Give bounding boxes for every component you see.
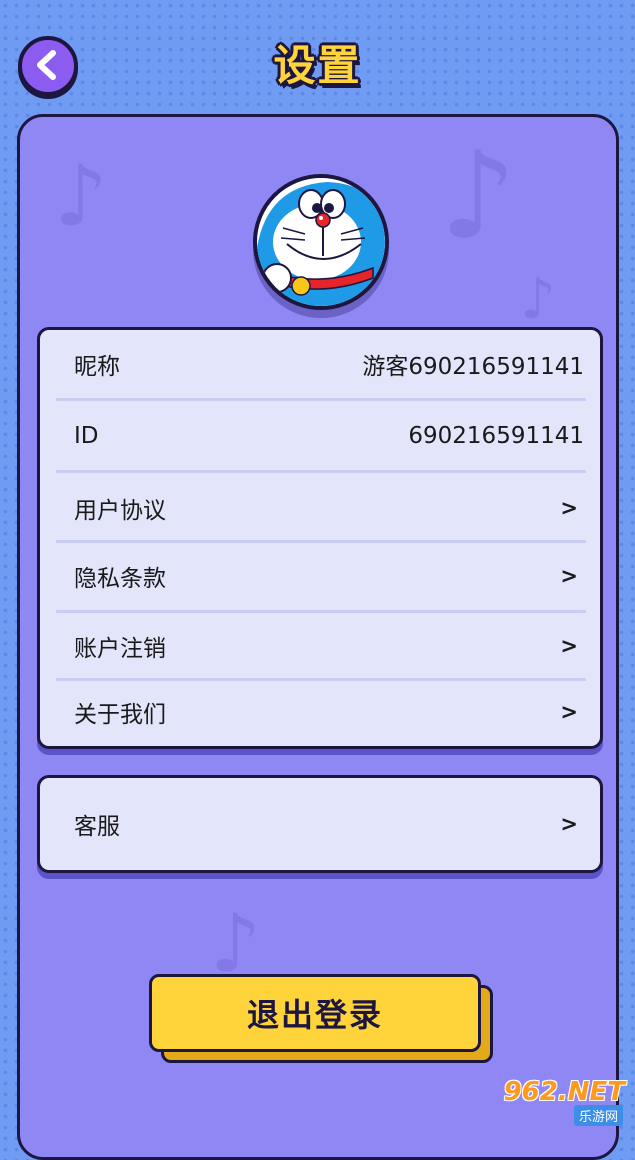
user-agreement-row[interactable]: 用户协议 > — [56, 486, 586, 530]
user-agreement-label: 用户协议 — [74, 498, 166, 524]
id-value: 690216591141 — [408, 423, 584, 449]
chevron-right-icon: > — [560, 496, 578, 520]
divider — [56, 678, 586, 681]
customer-service-card: 客服 > — [37, 775, 603, 873]
music-note-icon: ♪ — [54, 147, 108, 245]
avatar[interactable] — [253, 174, 389, 310]
music-note-icon: ♪ — [520, 267, 556, 332]
privacy-policy-row[interactable]: 隐私条款 > — [56, 554, 586, 598]
account-deletion-row[interactable]: 账户注销 > — [56, 624, 586, 668]
settings-panel: ♪ ♪ ♪ ♪ 昵称 游客690216591141 ID 69021659114… — [17, 114, 619, 1160]
nickname-label: 昵称 — [74, 354, 120, 380]
chevron-right-icon: > — [560, 700, 578, 724]
chevron-right-icon: > — [560, 634, 578, 658]
chevron-right-icon: > — [560, 812, 578, 836]
divider — [56, 540, 586, 543]
divider — [56, 610, 586, 613]
divider — [56, 398, 586, 401]
logout-button[interactable]: 退出登录 — [149, 974, 481, 1052]
watermark-sub: 乐游网 — [573, 1105, 623, 1126]
nickname-row: 昵称 游客690216591141 — [56, 342, 586, 386]
id-row: ID 690216591141 — [56, 414, 586, 458]
music-note-icon: ♪ — [440, 127, 517, 266]
divider — [56, 470, 586, 473]
profile-info-card: 昵称 游客690216591141 ID 690216591141 用户协议 >… — [37, 327, 603, 749]
watermark-logo: 962.NET 乐游网 — [501, 1077, 627, 1126]
chevron-right-icon: > — [560, 564, 578, 588]
customer-service-label: 客服 — [74, 814, 120, 840]
doraemon-avatar-icon — [257, 178, 385, 306]
account-deletion-label: 账户注销 — [74, 636, 166, 662]
page-title: 设置 — [273, 41, 362, 90]
watermark-main: 962.NET — [503, 1077, 625, 1107]
about-us-row[interactable]: 关于我们 > — [56, 690, 586, 734]
privacy-policy-label: 隐私条款 — [74, 566, 166, 592]
nickname-value: 游客690216591141 — [362, 354, 584, 380]
about-us-label: 关于我们 — [74, 702, 166, 728]
customer-service-row[interactable]: 客服 > — [56, 802, 586, 846]
id-label: ID — [74, 423, 99, 449]
